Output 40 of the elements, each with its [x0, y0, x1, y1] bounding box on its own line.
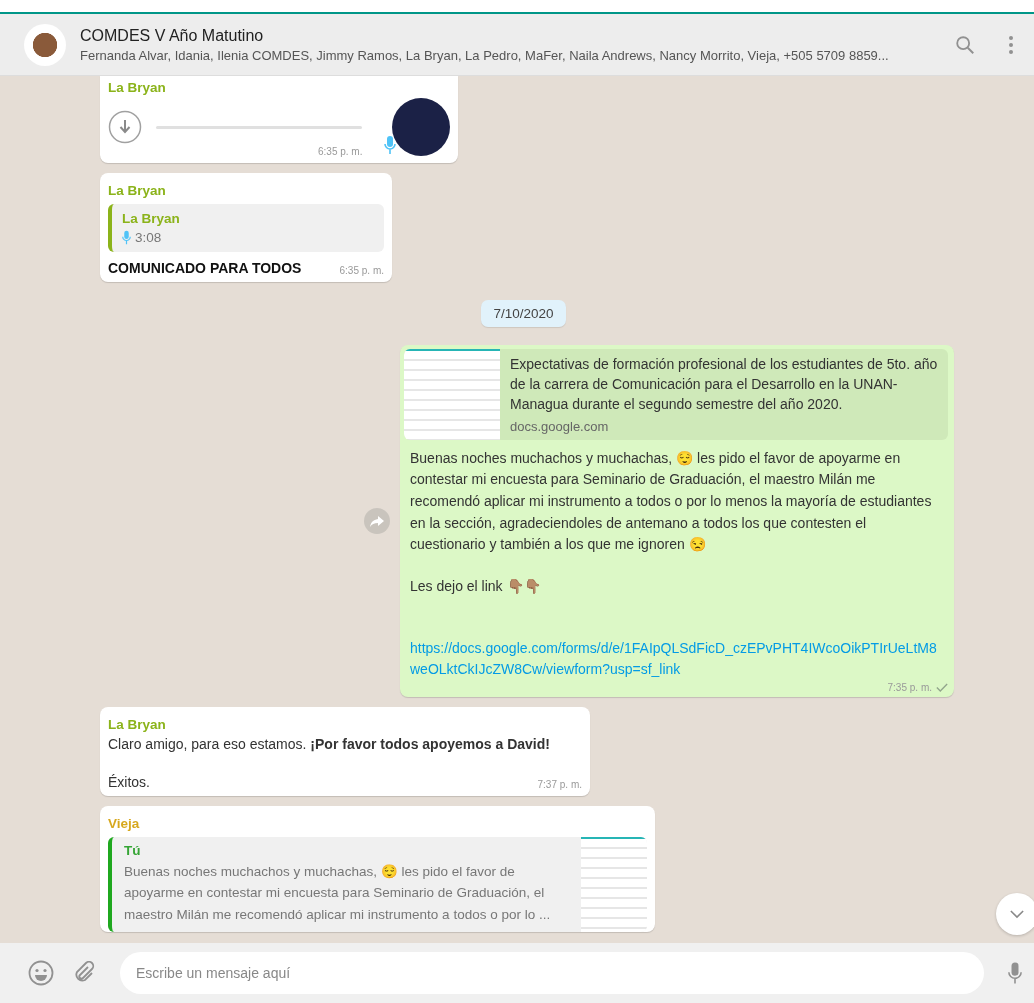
message-text: Éxitos. [108, 773, 150, 790]
group-avatar[interactable] [24, 23, 66, 66]
quoted-text: Buenas noches muchachos y muchachas, 😌 les pido el favor de apoyarme en contestar mi encuesta para Seminario de Graduación, el maestro Milán me recomendó aplicar mi instrumento a todos o por lo ... [124, 862, 552, 924]
chevron-down-icon [1010, 909, 1024, 919]
message-time: 7:37 p. m. [537, 778, 582, 790]
scroll-down-button[interactable] [996, 893, 1034, 935]
link-title: Expectativas de formación profesional de los estudiantes de 5to. año de la carrera de Comunicación para el Desarrollo en la UNAN-Managua durante el segundo semestre del año 2020. [510, 355, 938, 414]
chat-title: COMDES V Año Matutino [80, 26, 265, 45]
quoted-message[interactable]: Tú Buenas noches muchachos y muchachas, 😌 les pido el favor de apoyarme en contestar mi encuesta para Seminario de Graduación, el maestro Milán me recomendó aplicar mi instrumento a todos o por lo ... [108, 836, 647, 932]
date-badge: 7/10/2020 [481, 300, 566, 327]
quoted-sender: Tú [124, 842, 142, 858]
message-input[interactable]: Escribe un mensaje aquí [120, 952, 984, 994]
message-text: Buenas noches muchachos y muchachas, 😌 les pido el favor de apoyarme en contestar mi encuesta para Seminario de Graduación, el maestro Milán me recomendó aplicar mi instrumento a todos o por lo menos la mayoría de estudiantes en la sección, agradeciendoles de antemano a todos los que contesten el cuestionario y también a los que me ignoren 😒 [410, 448, 933, 555]
form-link[interactable]: https://docs.google.com/forms/d/e/1FAIpQLSdFicD_czEPvPHT4IWcoOikPTIrUeLtM8weOLktCkIJcZW8Cw/viewform?usp=sf_link [410, 637, 942, 682]
message-time: 7:35 p. m. [887, 682, 932, 694]
sender-name: La Bryan [108, 717, 167, 733]
message-text: COMUNICADO PARA TODOS [108, 260, 302, 276]
link-domain: docs.google.com [510, 418, 610, 434]
link-preview[interactable]: Expectativas de formación profesional de los estudiantes de 5to. año de la carrera de Comunicación para el Desarrollo en la UNAN-Managua durante el segundo semestre del año 2020. docs.google.com [404, 349, 948, 440]
participants-list: Fernanda Alvar, Idania, Ilenia COMDES, Jimmy Ramos, La Bryan, La Pedro, MaFer, Naila Andrews, Nancy Morrito, Vieja, +505 5709 8859... [80, 47, 922, 63]
message-time: 6:35 p. m. [339, 265, 384, 276]
quoted-message[interactable]: La Bryan 3:08 [108, 204, 384, 252]
sender-name: La Bryan [108, 80, 167, 95]
microphone-icon [122, 230, 131, 245]
sender-name: Vieja [108, 815, 141, 831]
message-text: Claro amigo, para eso estamos. ¡Por favor todos apoyemos a David! [108, 735, 551, 755]
message-time: 6:35 p. m. [318, 146, 363, 157]
voice-duration: 3:08 [135, 230, 162, 245]
menu-icon[interactable] [1008, 34, 1014, 55]
emoji-icon[interactable] [28, 960, 54, 986]
search-icon[interactable] [954, 33, 976, 56]
attach-icon[interactable] [72, 961, 96, 985]
microphone-icon [384, 135, 396, 155]
forward-icon[interactable] [364, 508, 390, 535]
message-text: Les dejo el link 👇🏽👇🏽 [410, 577, 542, 597]
sender-name: La Bryan [108, 183, 167, 198]
photo-placeholder [392, 98, 450, 156]
quoted-sender: La Bryan [122, 211, 181, 226]
download-icon[interactable] [108, 110, 142, 144]
microphone-icon[interactable] [1008, 961, 1022, 985]
